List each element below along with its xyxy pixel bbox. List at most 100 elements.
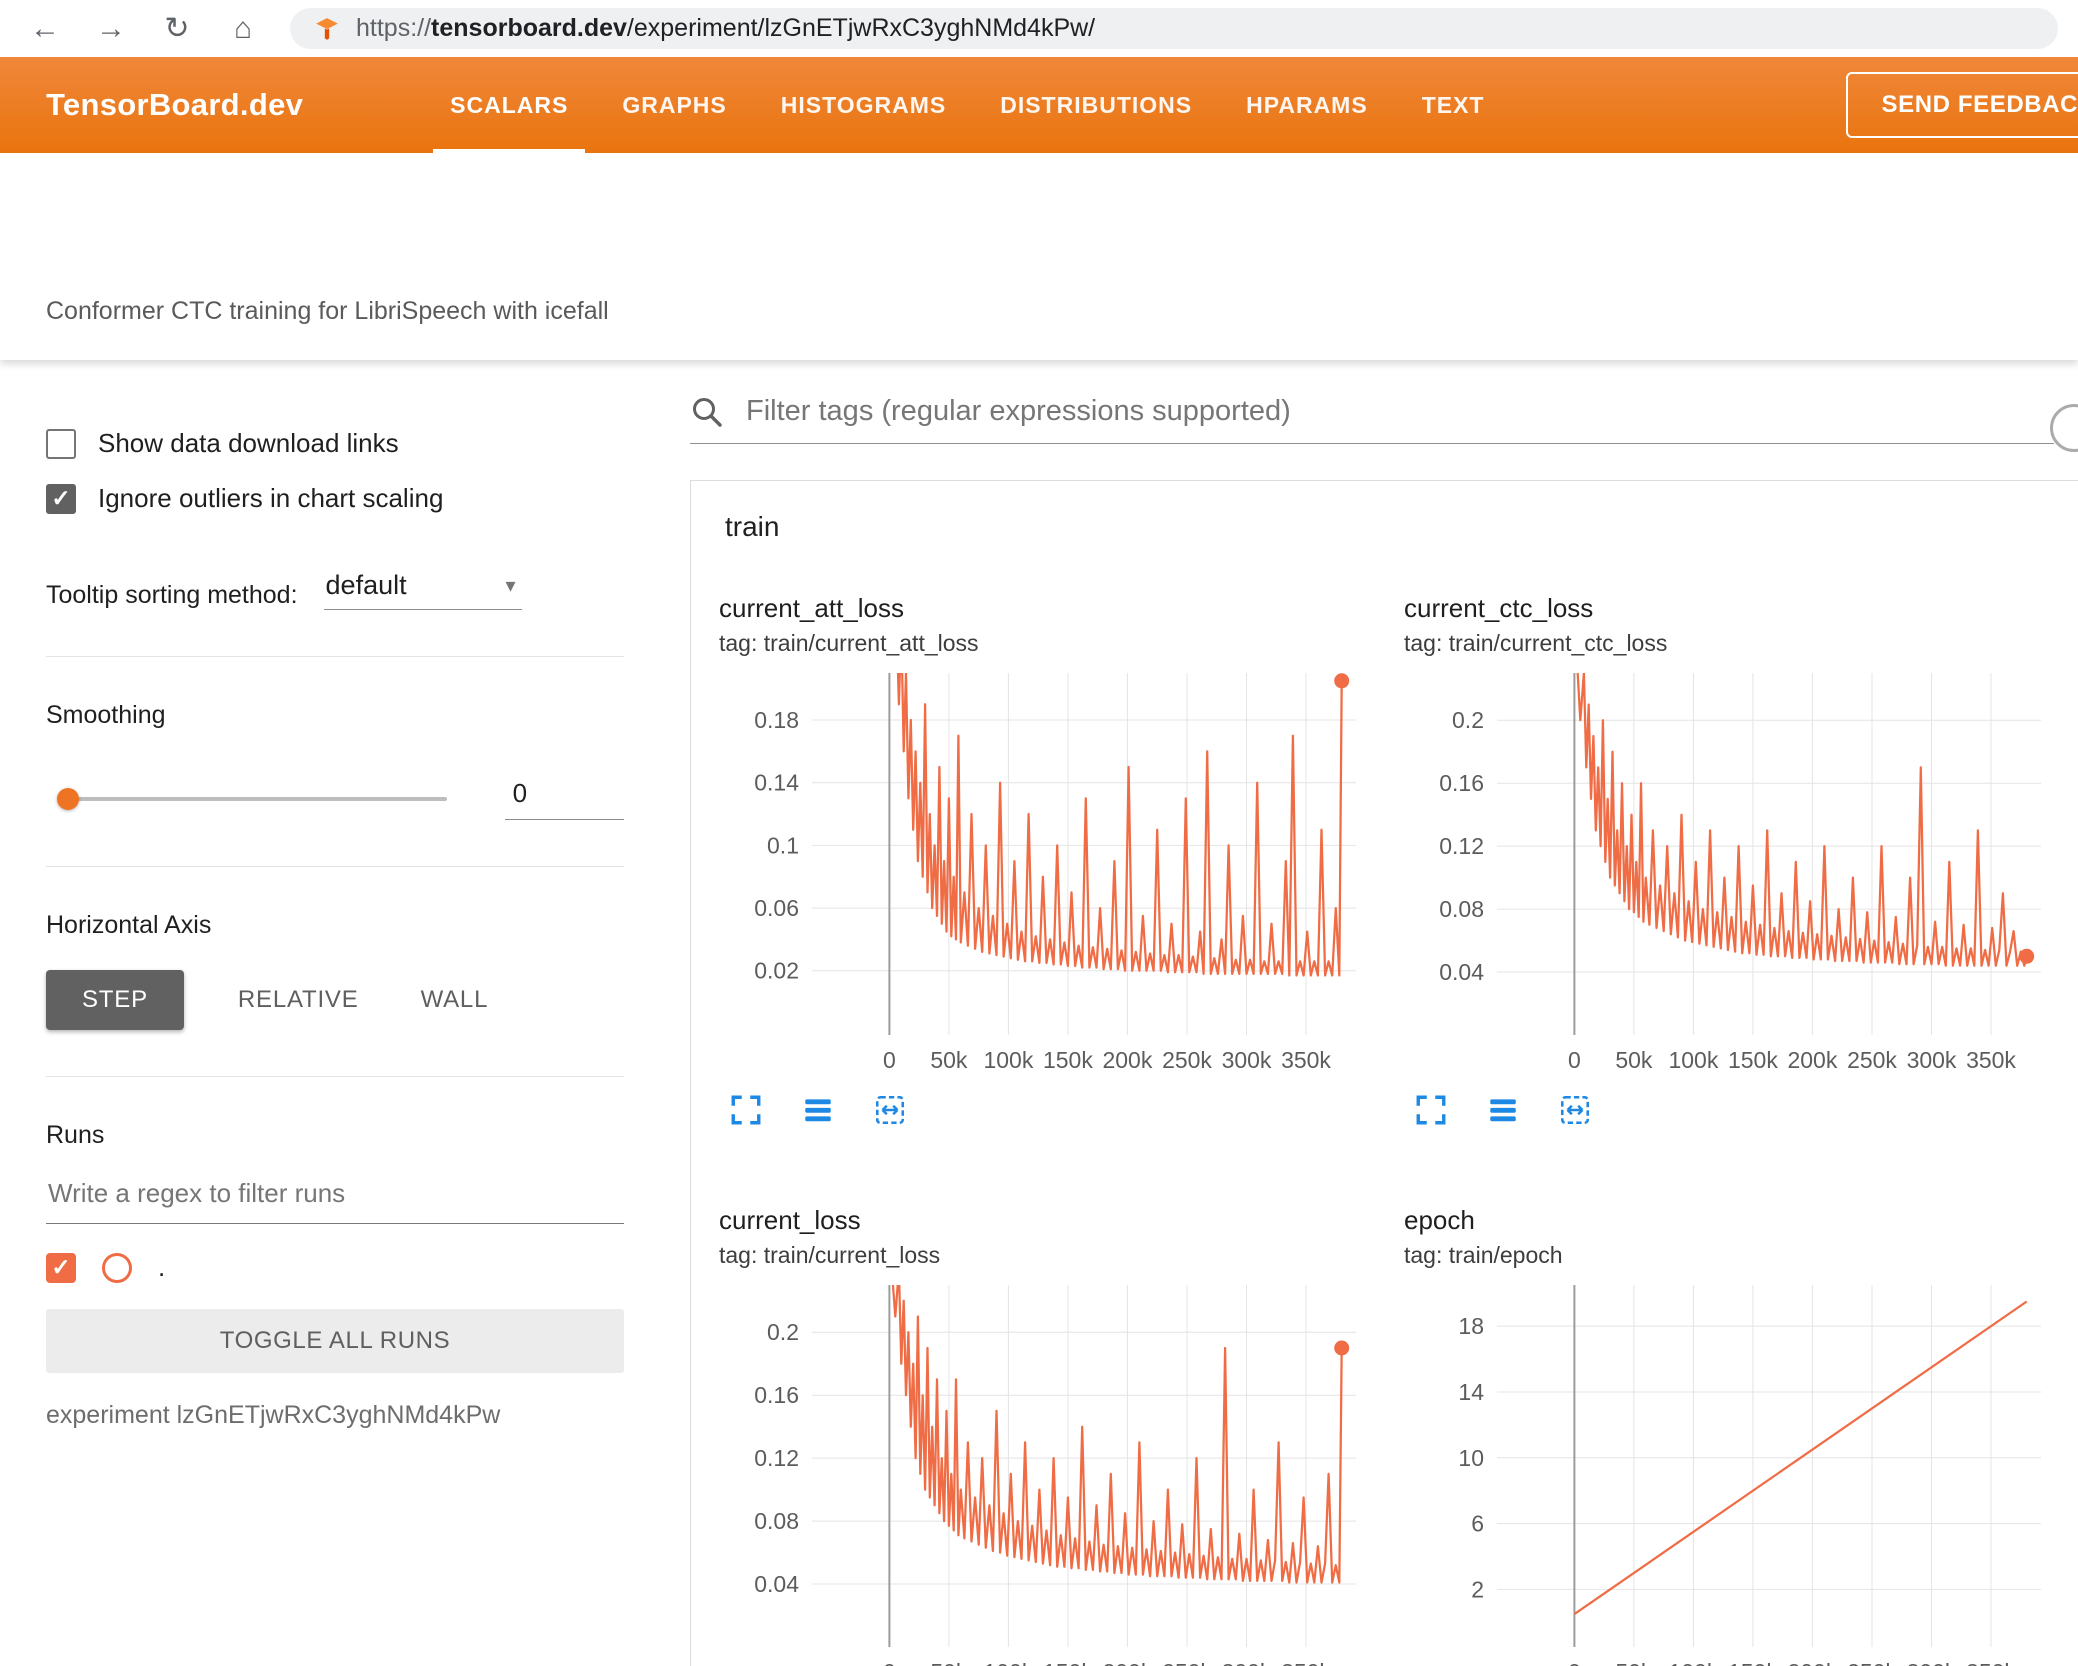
- tab-histograms[interactable]: HISTOGRAMS: [754, 57, 973, 153]
- toggle-all-runs-button[interactable]: TOGGLE ALL RUNS: [46, 1309, 624, 1373]
- run-color-swatch[interactable]: [102, 1252, 132, 1283]
- show-download-checkbox[interactable]: [46, 428, 76, 459]
- svg-text:14: 14: [1458, 1379, 1484, 1405]
- tab-graphs[interactable]: GRAPHS: [595, 57, 753, 153]
- chart-title: current_loss: [719, 1205, 861, 1235]
- url-domain: tensorboard.dev: [431, 14, 627, 42]
- chart-canvas[interactable]: 0.04 0.08 0.12 0.16 0.2 0 50k 100k 150k 200k 250k 3…: [717, 1271, 1372, 1666]
- svg-text:200k: 200k: [1102, 1047, 1152, 1073]
- fullscreen-icon[interactable]: [1414, 1093, 1448, 1127]
- svg-text:0.08: 0.08: [1439, 896, 1484, 922]
- svg-text:0: 0: [1568, 1047, 1581, 1073]
- svg-text:50k: 50k: [930, 1659, 968, 1666]
- charts-grid: current_att_loss tag: train/current_att_…: [691, 567, 2078, 1666]
- svg-text:0.16: 0.16: [754, 1382, 799, 1408]
- forward-icon[interactable]: →: [92, 12, 130, 46]
- fit-domain-icon[interactable]: [1558, 1093, 1592, 1127]
- tab-distributions[interactable]: DISTRIBUTIONS: [973, 57, 1219, 153]
- svg-text:250k: 250k: [1847, 1047, 1897, 1073]
- run-row: ✓ .: [46, 1252, 624, 1283]
- tag-group-title: train: [725, 511, 780, 542]
- axis-step-button[interactable]: STEP: [46, 970, 184, 1030]
- svg-text:200k: 200k: [1787, 1659, 1837, 1666]
- smoothing-slider-row: 0: [46, 778, 624, 820]
- tag-filter-input[interactable]: [744, 394, 2054, 429]
- show-download-label: Show data download links: [98, 428, 399, 458]
- svg-text:250k: 250k: [1162, 1047, 1212, 1073]
- svg-text:18: 18: [1458, 1313, 1484, 1339]
- svg-text:0.1: 0.1: [767, 832, 799, 858]
- tab-hparams[interactable]: HPARAMS: [1219, 57, 1395, 153]
- chart-title: epoch: [1404, 1205, 1475, 1235]
- svg-text:250k: 250k: [1162, 1659, 1212, 1666]
- svg-text:250k: 250k: [1847, 1659, 1897, 1666]
- fullscreen-icon[interactable]: [729, 1093, 763, 1127]
- svg-text:300k: 300k: [1907, 1659, 1957, 1666]
- tab-text[interactable]: TEXT: [1395, 57, 1512, 153]
- svg-text:0.14: 0.14: [754, 770, 799, 796]
- svg-text:150k: 150k: [1728, 1659, 1778, 1666]
- chart-tag: tag: train/epoch: [1404, 1242, 1563, 1268]
- chart-tag: tag: train/current_ctc_loss: [1404, 630, 1668, 656]
- svg-text:350k: 350k: [1966, 1047, 2016, 1073]
- svg-text:300k: 300k: [1222, 1047, 1272, 1073]
- divider: [46, 866, 624, 867]
- horizontal-axis-buttons: STEP RELATIVE WALL: [46, 970, 624, 1030]
- train-card: train current_att_loss tag: train/curren…: [690, 480, 2078, 1666]
- horizontal-axis-label: Horizontal Axis: [46, 911, 212, 939]
- chart-current-att-loss: current_att_loss tag: train/current_att_…: [717, 567, 1372, 1127]
- slider-thumb[interactable]: [57, 788, 79, 810]
- smoothing-slider[interactable]: [57, 788, 447, 810]
- axis-relative-button[interactable]: RELATIVE: [230, 970, 367, 1030]
- svg-text:6: 6: [1471, 1511, 1484, 1537]
- divider: [46, 656, 624, 657]
- svg-text:0.02: 0.02: [754, 958, 799, 984]
- svg-text:0.2: 0.2: [767, 1319, 799, 1345]
- chart-canvas[interactable]: 2 6 10 14 18 0 50k 100k 150k 200k 250k 300k 350k: [1402, 1271, 2057, 1666]
- svg-text:0.2: 0.2: [1452, 707, 1484, 733]
- fit-domain-icon[interactable]: [873, 1093, 907, 1127]
- brand-title: TensorBoard.dev: [46, 87, 304, 122]
- chart-canvas[interactable]: 0.02 0.06 0.1 0.14 0.18 0 50k 100k 150k 200k 250k 3…: [717, 659, 1372, 1079]
- site-icon: [314, 16, 340, 42]
- toggle-runs-icon[interactable]: [1486, 1093, 1520, 1127]
- svg-text:0.12: 0.12: [754, 1445, 799, 1471]
- reload-icon[interactable]: ↻: [158, 11, 196, 46]
- svg-text:0: 0: [883, 1047, 896, 1073]
- run-checkbox[interactable]: ✓: [46, 1252, 76, 1283]
- svg-text:200k: 200k: [1102, 1659, 1152, 1666]
- svg-text:300k: 300k: [1907, 1047, 1957, 1073]
- tooltip-sorting-value: default: [325, 570, 407, 600]
- smoothing-value-field[interactable]: 0: [504, 778, 624, 820]
- svg-text:2: 2: [1471, 1576, 1484, 1602]
- svg-text:50k: 50k: [1615, 1659, 1653, 1666]
- svg-text:100k: 100k: [1668, 1047, 1718, 1073]
- svg-text:150k: 150k: [1043, 1047, 1093, 1073]
- svg-text:0.18: 0.18: [754, 707, 799, 733]
- ignore-outliers-checkbox[interactable]: ✓: [46, 483, 76, 514]
- svg-text:350k: 350k: [1281, 1659, 1331, 1666]
- tab-scalars[interactable]: SCALARS: [423, 57, 595, 153]
- svg-text:0.04: 0.04: [754, 1571, 799, 1597]
- runs-filter-input[interactable]: [46, 1172, 624, 1224]
- experiment-title: Conformer CTC training for LibriSpeech w…: [46, 297, 609, 325]
- check-icon: ✓: [51, 485, 71, 511]
- chart-canvas[interactable]: 0.04 0.08 0.12 0.16 0.2 0 50k 100k 150k 200k 250k 3…: [1402, 659, 2057, 1079]
- settings-icon[interactable]: [2050, 404, 2078, 452]
- home-icon[interactable]: ⌂: [224, 12, 262, 46]
- svg-text:0.16: 0.16: [1439, 770, 1484, 796]
- svg-text:0.04: 0.04: [1439, 959, 1484, 985]
- send-feedback-button[interactable]: SEND FEEDBACK: [1845, 72, 2078, 138]
- runs-label: Runs: [46, 1121, 105, 1149]
- url-bar[interactable]: https://tensorboard.dev/experiment/lzGnE…: [290, 8, 2058, 49]
- svg-text:350k: 350k: [1281, 1047, 1331, 1073]
- browser-toolbar: ← → ↻ ⌂ https://tensorboard.dev/experime…: [0, 0, 2078, 57]
- axis-wall-button[interactable]: WALL: [413, 970, 497, 1030]
- app-header: TensorBoard.dev SCALARS GRAPHS HISTOGRAM…: [0, 57, 2078, 153]
- back-icon[interactable]: ←: [26, 12, 64, 46]
- svg-text:350k: 350k: [1966, 1659, 2016, 1666]
- toggle-runs-icon[interactable]: [801, 1093, 835, 1127]
- svg-text:10: 10: [1458, 1445, 1484, 1471]
- svg-text:150k: 150k: [1043, 1659, 1093, 1666]
- tooltip-sorting-select[interactable]: default ▾: [323, 570, 522, 610]
